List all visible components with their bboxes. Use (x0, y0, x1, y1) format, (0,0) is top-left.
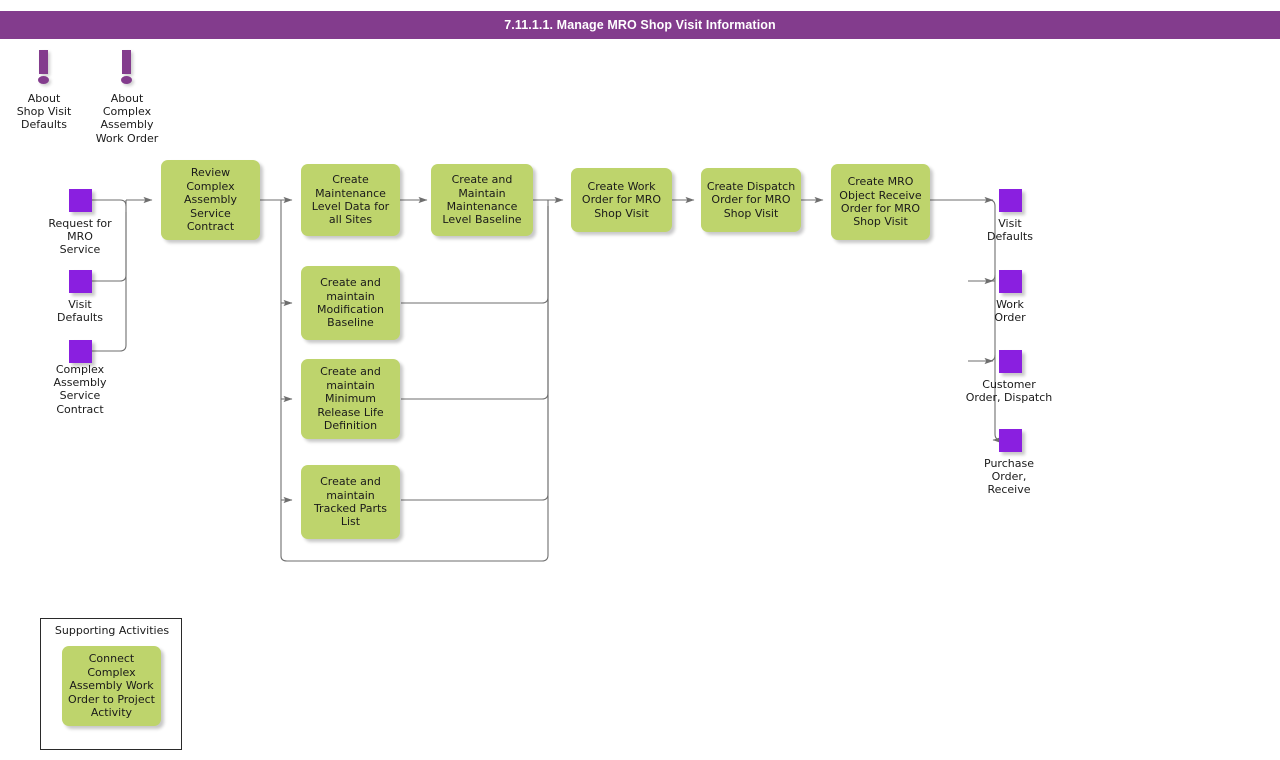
create-and-maintain-maintenance-level-baseline-box[interactable]: Create and Maintain Maintenance Level Ba… (431, 164, 533, 236)
about-complex-assembly-work-order-icon[interactable] (122, 50, 133, 86)
exclamation-bar-icon (39, 50, 48, 74)
create-and-maintain-modification-baseline-box[interactable]: Create and maintain Modification Baselin… (301, 266, 400, 340)
visit-defaults-input-label: Visit Defaults (20, 298, 140, 324)
purchase-order-receive-output-label: Purchase Order, Receive (948, 457, 1070, 497)
supporting-activities-title: Supporting Activities (41, 624, 183, 637)
process-flow-diagram: About Shop Visit Defaults About Complex … (0, 0, 1280, 760)
request-for-mro-service-label: Request for MRO Service (20, 217, 140, 257)
work-order-output-label: Work Order (950, 298, 1070, 324)
create-mro-object-receive-order-for-mro-shop-visit-box[interactable]: Create MRO Object Receive Order for MRO … (831, 164, 930, 240)
create-work-order-for-mro-shop-visit-box[interactable]: Create Work Order for MRO Shop Visit (571, 168, 672, 232)
about-shop-visit-defaults-icon[interactable] (39, 50, 50, 86)
complex-assembly-service-contract-node[interactable] (69, 340, 92, 363)
process-label: Create Dispatch Order for MRO Shop Visit (707, 180, 795, 220)
work-order-output-node[interactable] (999, 270, 1022, 293)
connector-lines (0, 0, 1280, 760)
visit-defaults-input-node[interactable] (69, 270, 92, 293)
process-label: Create and maintain Minimum Release Life… (317, 365, 383, 432)
process-label: Create MRO Object Receive Order for MRO … (839, 175, 921, 229)
exclamation-dot-icon (38, 76, 49, 84)
process-label: Create Maintenance Level Data for all Si… (312, 173, 389, 227)
create-and-maintain-minimum-release-life-definition-box[interactable]: Create and maintain Minimum Release Life… (301, 359, 400, 439)
connect-complex-assembly-work-order-to-project-activity-box[interactable]: Connect Complex Assembly Work Order to P… (62, 646, 161, 726)
customer-order-dispatch-output-node[interactable] (999, 350, 1022, 373)
visit-defaults-output-node[interactable] (999, 189, 1022, 212)
create-and-maintain-tracked-parts-list-box[interactable]: Create and maintain Tracked Parts List (301, 465, 400, 539)
create-dispatch-order-for-mro-shop-visit-box[interactable]: Create Dispatch Order for MRO Shop Visit (701, 168, 801, 232)
exclamation-bar-icon (122, 50, 131, 74)
about-shop-visit-defaults-label: About Shop Visit Defaults (4, 92, 84, 132)
customer-order-dispatch-output-label: Customer Order, Dispatch (944, 378, 1074, 404)
process-label: Create and maintain Modification Baselin… (317, 276, 384, 330)
review-complex-assembly-service-contract-box[interactable]: Review Complex Assembly Service Contract (161, 160, 260, 240)
process-label: Create Work Order for MRO Shop Visit (582, 180, 661, 220)
supporting-activities-panel: Supporting Activities Connect Complex As… (40, 618, 182, 750)
purchase-order-receive-output-node[interactable] (999, 429, 1022, 452)
process-label: Create and maintain Tracked Parts List (314, 475, 387, 529)
create-maintenance-level-data-for-all-sites-box[interactable]: Create Maintenance Level Data for all Si… (301, 164, 400, 236)
process-label: Create and Maintain Maintenance Level Ba… (442, 173, 521, 227)
process-label: Review Complex Assembly Service Contract (184, 166, 237, 233)
complex-assembly-service-contract-label: Complex Assembly Service Contract (20, 363, 140, 416)
request-for-mro-service-node[interactable] (69, 189, 92, 212)
process-label: Connect Complex Assembly Work Order to P… (68, 652, 155, 719)
visit-defaults-output-label: Visit Defaults (950, 217, 1070, 243)
exclamation-dot-icon (121, 76, 132, 84)
about-complex-assembly-work-order-label: About Complex Assembly Work Order (87, 92, 167, 145)
